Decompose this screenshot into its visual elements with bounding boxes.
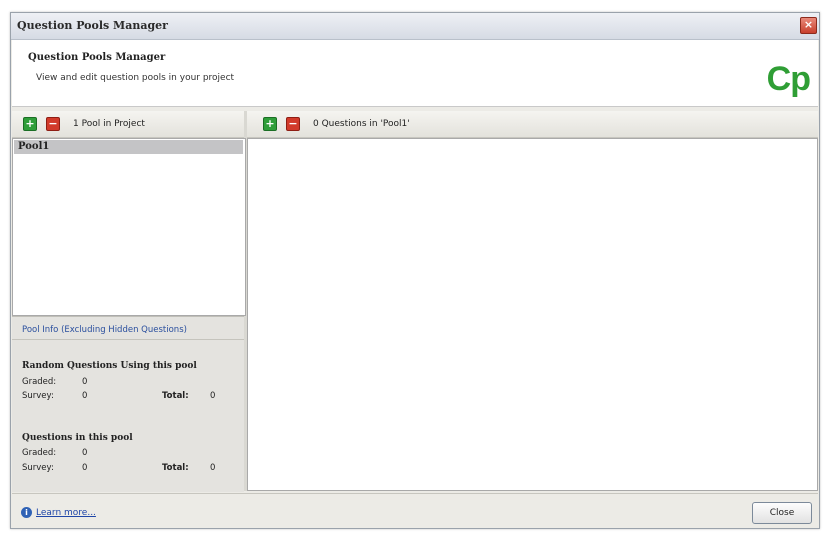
question-count-label: 0 Questions in 'Pool1'	[313, 119, 410, 129]
random-graded-value: 0	[82, 377, 88, 387]
learn-more-link[interactable]: Learn more...	[36, 508, 96, 518]
pool-count-label: 1 Pool in Project	[73, 119, 145, 129]
pool-info-header: Pool Info (Excluding Hidden Questions)	[22, 325, 187, 335]
pool-list[interactable]: Pool1	[12, 138, 246, 316]
add-question-icon[interactable]: +	[263, 117, 277, 131]
header-title: Question Pools Manager	[28, 52, 166, 63]
questions-toolbar: + − 0 Questions in 'Pool1'	[247, 111, 818, 138]
pool-total-value: 0	[210, 463, 216, 473]
questions-list[interactable]	[247, 138, 818, 491]
add-pool-icon[interactable]: +	[23, 117, 37, 131]
dialog-footer: i Learn more... Close	[12, 493, 818, 528]
random-graded-label: Graded:	[22, 377, 57, 387]
random-total-label: Total:	[162, 391, 189, 401]
pool-survey-value: 0	[82, 463, 88, 473]
random-total-value: 0	[210, 391, 216, 401]
header-description: View and edit question pools in your pro…	[36, 73, 235, 83]
random-questions-title: Random Questions Using this pool	[22, 361, 197, 371]
window-title: Question Pools Manager	[17, 19, 168, 32]
pool-questions-title: Questions in this pool	[22, 433, 133, 443]
remove-question-icon[interactable]: −	[286, 117, 300, 131]
pool-list-item[interactable]: Pool1	[14, 140, 243, 154]
pools-toolbar: + − 1 Pool in Project	[12, 111, 244, 138]
title-bar: Question Pools Manager ×	[11, 13, 819, 40]
pool-graded-label: Graded:	[22, 448, 57, 458]
window-close-icon[interactable]: ×	[800, 17, 817, 34]
info-icon[interactable]: i	[21, 507, 32, 518]
dialog-header: Question Pools Manager View and edit que…	[12, 40, 818, 107]
remove-pool-icon[interactable]: −	[46, 117, 60, 131]
random-survey-label: Survey:	[22, 391, 54, 401]
pool-total-label: Total:	[162, 463, 189, 473]
pool-info-divider	[12, 339, 244, 340]
pool-survey-label: Survey:	[22, 463, 54, 473]
pool-info-panel: Pool Info (Excluding Hidden Questions) R…	[12, 316, 244, 492]
captivate-logo: Cp	[766, 60, 811, 98]
random-survey-value: 0	[82, 391, 88, 401]
close-button[interactable]: Close	[752, 502, 812, 524]
pool-graded-value: 0	[82, 448, 88, 458]
question-pools-manager-window: Question Pools Manager × Question Pools …	[10, 12, 820, 529]
